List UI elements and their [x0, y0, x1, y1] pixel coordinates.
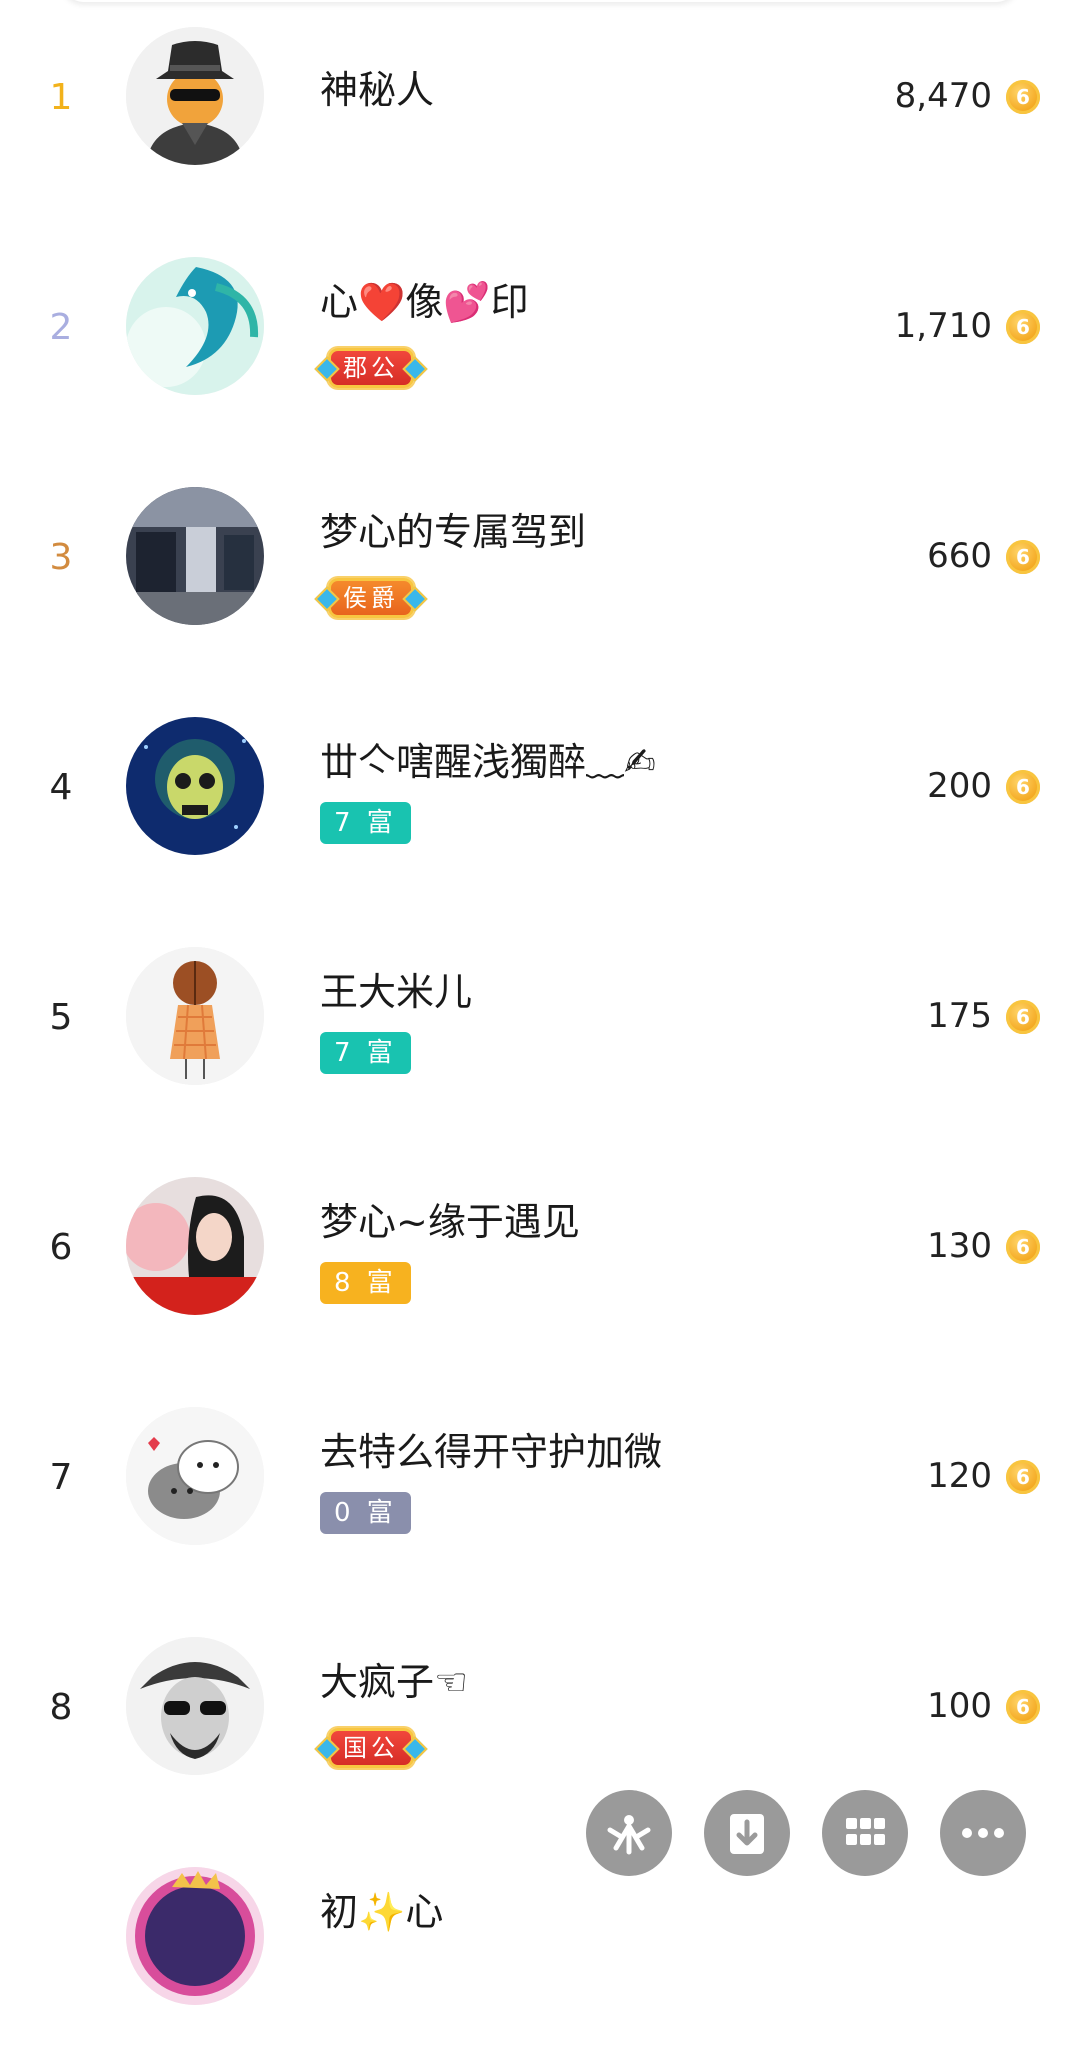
blue-dragon-avatar — [126, 257, 264, 395]
floating-action-bar — [586, 1790, 1026, 1876]
rank-number: 5 — [49, 997, 73, 1038]
avatar[interactable] — [126, 257, 264, 395]
avatar[interactable] — [126, 1637, 264, 1775]
noble-badge: 郡公 — [328, 348, 414, 388]
coin-amount: 100 — [927, 1686, 992, 1726]
wealth-level-badge: 7 富 — [320, 802, 411, 844]
user-name: 丗亽嗐醒浅獨醉﹏✍ — [320, 740, 656, 784]
coin-glyph: 6 — [1016, 315, 1030, 339]
grid-button[interactable] — [822, 1790, 908, 1876]
user-name: 梦心~缘于遇见 — [320, 1200, 580, 1244]
coin-icon: 6 — [1006, 1230, 1040, 1264]
rank-number: 3 — [49, 537, 73, 578]
noble-badge: 侯爵 — [328, 578, 414, 618]
avatar[interactable] — [126, 27, 264, 165]
coin-amount: 130 — [927, 1226, 992, 1266]
wealth-level-badge: 7 富 — [320, 1032, 411, 1074]
rank-number: 6 — [49, 1227, 73, 1268]
user-name: 神秘人 — [320, 68, 435, 112]
coin-glyph: 6 — [1016, 1005, 1030, 1029]
list-item[interactable]: 4 丗亽嗐醒浅獨醉﹏✍ 7 富 200 6 — [0, 690, 1080, 920]
download-button[interactable] — [704, 1790, 790, 1876]
avatar[interactable] — [126, 487, 264, 625]
rank-number: 4 — [49, 767, 73, 808]
rank-number: 1 — [49, 77, 73, 118]
coin-amount: 1,710 — [894, 306, 992, 346]
coin-icon: 6 — [1006, 770, 1040, 804]
wealth-level-badge: 0 富 — [320, 1492, 411, 1534]
user-name: 王大米儿 — [320, 970, 473, 1014]
download-icon — [730, 1814, 764, 1854]
list-item[interactable]: 2 心❤️像💕印 郡公 1,710 6 — [0, 230, 1080, 460]
user-name: 初✨心 — [320, 1890, 444, 1934]
noble-badge: 国公 — [328, 1728, 414, 1768]
coin-icon: 6 — [1006, 310, 1040, 344]
coin-amount: 660 — [927, 536, 992, 576]
grid-icon — [846, 1818, 885, 1845]
avatar[interactable] — [126, 1177, 264, 1315]
wealth-level-badge: 8 富 — [320, 1262, 411, 1304]
coin-icon: 6 — [1006, 1000, 1040, 1034]
user-name: 大疯子☜ — [320, 1660, 469, 1704]
rank-number: 2 — [49, 307, 73, 348]
cartoon-cats-avatar — [126, 1407, 264, 1545]
coin-icon: 6 — [1006, 540, 1040, 574]
share-button[interactable] — [586, 1790, 672, 1876]
list-item[interactable]: 5 王大米儿 7 富 175 6 — [0, 920, 1080, 1150]
coin-icon: 6 — [1006, 80, 1040, 114]
share-icon — [607, 1815, 651, 1855]
rank-number: 7 — [49, 1457, 73, 1498]
coin-glyph: 6 — [1016, 1235, 1030, 1259]
mysterious-man-avatar — [126, 27, 264, 165]
user-name: 心❤️像💕印 — [320, 280, 529, 324]
list-item[interactable]: 6 梦心~缘于遇见 8 富 130 6 — [0, 1150, 1080, 1380]
avatar[interactable] — [126, 947, 264, 1085]
coin-glyph: 6 — [1016, 85, 1030, 109]
more-icon — [962, 1828, 1004, 1838]
coin-amount: 8,470 — [894, 76, 992, 116]
coin-icon: 6 — [1006, 1690, 1040, 1724]
coin-amount: 200 — [927, 766, 992, 806]
woman-photo-avatar — [126, 1177, 264, 1315]
list-item[interactable]: 1 神秘人 8,470 6 — [0, 0, 1080, 230]
coin-glyph: 6 — [1016, 545, 1030, 569]
user-name: 梦心的专属驾到 — [320, 510, 587, 554]
coin-glyph: 6 — [1016, 1695, 1030, 1719]
coin-amount: 175 — [927, 996, 992, 1036]
skull-avatar — [126, 717, 264, 855]
more-button[interactable] — [940, 1790, 1026, 1876]
avatar[interactable] — [126, 717, 264, 855]
user-name: 去特么得开守护加微 — [320, 1430, 663, 1474]
list-item[interactable]: 7 去特么得开守护加微 0 富 120 6 — [0, 1380, 1080, 1610]
list-item[interactable]: 3 梦心的专属驾到 侯爵 660 6 — [0, 460, 1080, 690]
avatar[interactable] — [126, 1867, 264, 2005]
coin-glyph: 6 — [1016, 1465, 1030, 1489]
coin-amount: 120 — [927, 1456, 992, 1496]
mall-photo-avatar — [126, 487, 264, 625]
girl-drawing-avatar — [126, 947, 264, 1085]
anime-girl-avatar — [126, 1867, 264, 2005]
avatar[interactable] — [126, 1407, 264, 1545]
man-sunglasses-avatar — [126, 1637, 264, 1775]
coin-icon: 6 — [1006, 1460, 1040, 1494]
rank-number: 8 — [49, 1687, 73, 1728]
coin-glyph: 6 — [1016, 775, 1030, 799]
